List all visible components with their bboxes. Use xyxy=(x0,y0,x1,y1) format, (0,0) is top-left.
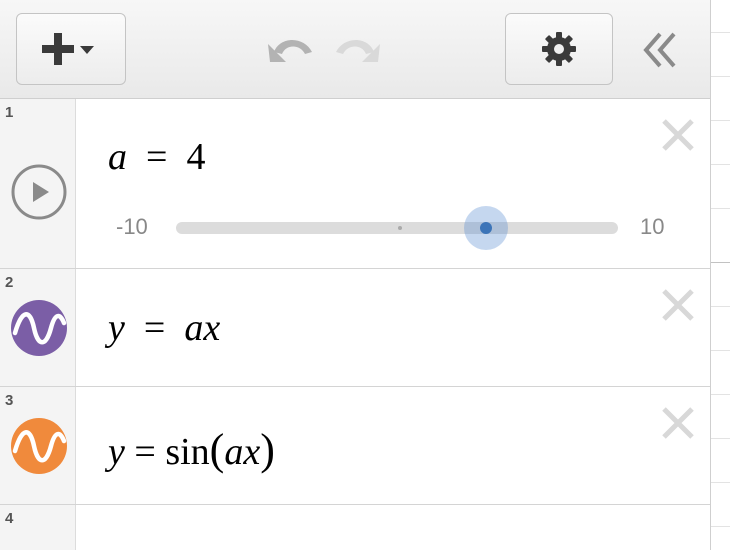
chevron-down-icon xyxy=(80,46,94,54)
plus-icon xyxy=(42,33,94,65)
graph-style-orange-icon[interactable] xyxy=(10,417,68,475)
close-icon[interactable] xyxy=(660,287,696,323)
expression-gutter: 4 xyxy=(0,505,76,550)
line-number: 4 xyxy=(5,510,14,527)
settings-button[interactable] xyxy=(505,13,613,85)
expression-math[interactable]: a = 4 xyxy=(108,135,205,179)
expression-row[interactable]: 2 y = ax xyxy=(0,269,710,387)
redo-button[interactable] xyxy=(328,30,384,70)
expression-math[interactable]: y = ax xyxy=(108,306,220,350)
undo-button[interactable] xyxy=(264,30,320,70)
slider-thumb[interactable] xyxy=(480,222,492,234)
slider-zero-mark xyxy=(398,226,402,230)
play-icon[interactable] xyxy=(10,163,68,221)
expression-math[interactable]: y = sin(ax) xyxy=(108,424,275,475)
gear-icon xyxy=(542,32,576,66)
double-chevron-left-icon xyxy=(643,32,676,68)
line-number: 1 xyxy=(5,104,14,121)
collapse-list-button[interactable] xyxy=(640,28,682,72)
expression-gutter: 2 xyxy=(0,269,76,386)
expression-gutter: 3 xyxy=(0,387,76,504)
slider-max[interactable]: 10 xyxy=(640,214,664,240)
redo-icon xyxy=(336,40,380,62)
add-expression-button[interactable] xyxy=(16,13,126,85)
line-number: 3 xyxy=(5,392,14,409)
close-icon[interactable] xyxy=(660,405,696,441)
slider-track[interactable] xyxy=(176,222,618,234)
line-number: 2 xyxy=(5,274,14,291)
close-icon[interactable] xyxy=(660,117,696,153)
expression-toolbar xyxy=(0,0,710,99)
expression-gutter: 1 xyxy=(0,99,76,268)
expression-row-empty[interactable]: 4 xyxy=(0,505,710,550)
slider-min[interactable]: -10 xyxy=(116,214,148,240)
graph-style-purple-icon[interactable] xyxy=(10,299,68,357)
expression-row[interactable]: 3 y = sin(ax) xyxy=(0,387,710,505)
undo-icon xyxy=(268,40,312,62)
graph-paper[interactable] xyxy=(710,0,730,550)
expression-row[interactable]: 1 a = 4 xyxy=(0,99,710,269)
